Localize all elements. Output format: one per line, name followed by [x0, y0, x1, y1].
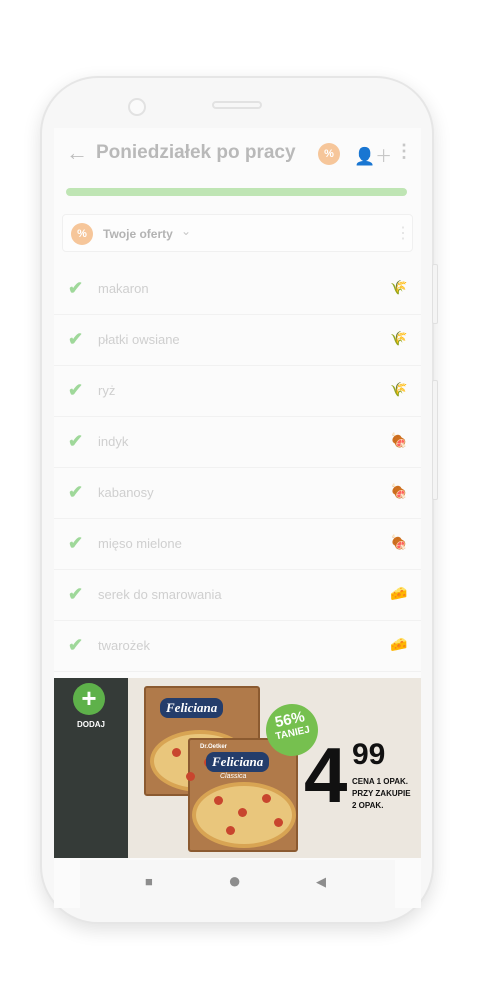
grain-icon: 🌾 — [390, 279, 408, 295]
offers-percent-icon: % — [71, 223, 93, 245]
list-item[interactable]: ✔ ryż 🌾 — [54, 366, 421, 417]
item-label: indyk — [98, 434, 129, 449]
check-icon[interactable]: ✔ — [68, 482, 83, 503]
grain-icon: 🌾 — [390, 330, 408, 346]
person-add-icon[interactable]: 👤＋ — [354, 142, 392, 167]
more-vert-icon[interactable]: ⋮ — [395, 141, 413, 162]
check-icon[interactable]: ✔ — [68, 635, 83, 656]
chevron-down-icon[interactable]: ⌄ — [181, 224, 191, 238]
check-icon[interactable]: ✔ — [68, 380, 83, 401]
brand-logo-front: Feliciana — [206, 752, 270, 772]
list-title: Poniedziałek po pracy — [96, 142, 296, 163]
brand-sub: Classica — [220, 773, 247, 780]
earpiece-speaker — [212, 101, 262, 109]
home-circle-icon[interactable]: ● — [228, 868, 241, 894]
list-item[interactable]: ✔ serek do smarowania 🧀 — [54, 570, 421, 621]
cheese-icon: 🧀 — [390, 636, 408, 652]
front-camera — [128, 98, 146, 116]
price-note-line: CENA 1 OPAK. — [352, 777, 409, 786]
item-label: twarożek — [98, 638, 151, 653]
meat-icon: 🍖 — [390, 483, 408, 499]
offers-more-icon[interactable]: ⋮ — [395, 223, 411, 243]
recents-square-icon[interactable]: ■ — [145, 874, 153, 889]
meat-icon: 🍖 — [390, 432, 408, 448]
item-label: płatki owsiane — [98, 332, 180, 347]
brand-logo-back: Feliciana — [160, 698, 224, 718]
check-icon[interactable]: ✔ — [68, 329, 83, 350]
grain-icon: 🌾 — [390, 381, 408, 397]
brand-top: Dr.Oetker — [200, 744, 228, 750]
item-label: kabanosy — [98, 485, 154, 500]
volume-button — [432, 264, 438, 324]
check-icon[interactable]: ✔ — [68, 278, 83, 299]
add-label: DODAJ — [76, 720, 105, 729]
item-label: mięso mielone — [98, 536, 182, 551]
item-label: ryż — [98, 383, 116, 398]
item-label: serek do smarowania — [98, 587, 222, 602]
list-item[interactable]: ✔ mięso mielone 🍖 — [54, 519, 421, 570]
app-bar: ← Poniedziałek po pracy % 👤＋ ⋮ — [54, 128, 421, 180]
list-item[interactable]: ✔ indyk 🍖 — [54, 417, 421, 468]
ad-banner[interactable]: + DODAJ Feliciana Feliciana Dr.Oetker Cl… — [54, 678, 421, 858]
list-progress-bar — [66, 188, 407, 196]
price-note-line: PRZY ZAKUPIE — [352, 789, 411, 798]
price-note: CENA 1 OPAK. PRZY ZAKUPIE 2 OPAK. — [352, 776, 412, 812]
promo-percent-icon[interactable]: % — [318, 143, 340, 165]
system-nav-bar: ■ ● ◀ — [80, 860, 395, 908]
check-icon[interactable]: ✔ — [68, 533, 83, 554]
power-button — [432, 380, 438, 500]
price-integer: 4 — [304, 731, 347, 819]
meat-icon: 🍖 — [390, 534, 408, 550]
list-item[interactable]: ✔ kabanosy 🍖 — [54, 468, 421, 519]
your-offers-row[interactable]: % Twoje oferty ⌄ ⋮ — [62, 214, 413, 252]
price-decimal: 99 — [352, 738, 386, 771]
list-item[interactable]: ✔ twarożek 🧀 — [54, 621, 421, 672]
offers-label: Twoje oferty — [103, 227, 173, 241]
arrow-left-icon[interactable]: ← — [66, 140, 88, 166]
add-panel: + DODAJ — [54, 678, 128, 858]
list-item[interactable]: ✔ płatki owsiane 🌾 — [54, 315, 421, 366]
cheese-icon: 🧀 — [390, 585, 408, 601]
add-button[interactable]: + — [73, 683, 105, 715]
back-triangle-icon[interactable]: ◀ — [316, 874, 326, 890]
item-label: makaron — [98, 281, 149, 296]
app-screen: ← Poniedziałek po pracy % 👤＋ ⋮ % Twoje o… — [54, 128, 421, 908]
price-note-line: 2 OPAK. — [352, 801, 384, 810]
list-item[interactable]: ✔ makaron 🌾 — [54, 264, 421, 315]
check-icon[interactable]: ✔ — [68, 431, 83, 452]
check-icon[interactable]: ✔ — [68, 584, 83, 605]
